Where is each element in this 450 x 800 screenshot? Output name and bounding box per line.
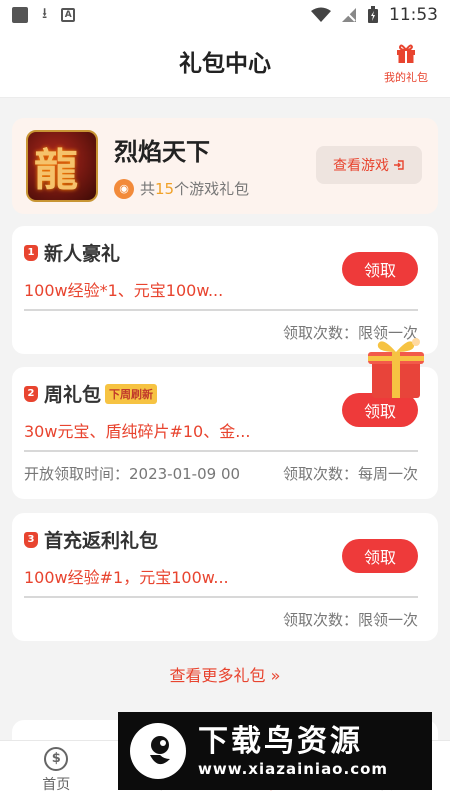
claim-limit: 领取次数：限领一次 [282,611,418,629]
watermark-title: 下载鸟资源 [198,724,363,759]
no-signal-icon [342,8,356,22]
divider [24,596,418,598]
refresh-badge: 下周刷新 [105,384,158,404]
game-logo[interactable]: 龍 [26,130,98,202]
rank-badge: 1 [24,245,38,261]
gift-title: 新人豪礼 [44,243,121,265]
game-name: 烈焰天下 [114,138,210,166]
game-logo-char: 龍 [34,145,78,196]
status-bar: ⭳ A 11:53 [0,0,450,30]
divider [24,309,418,311]
gift-description: 30w元宝、盾纯碎片#10、金... [24,422,251,441]
battery-icon [368,6,378,23]
status-time: 11:53 [389,5,438,25]
gift-description: 100w经验*1、元宝100w... [24,281,224,300]
floating-gift-box-icon[interactable] [364,334,428,400]
my-gifts-button[interactable]: 我的礼包 [378,42,434,85]
gift-description: 100w经验#1，元宝100w... [24,568,229,587]
app-a-icon: A [61,8,76,22]
nav-home[interactable]: $ 首页 [0,741,113,800]
count-suffix: 个游戏礼包 [174,180,250,198]
gift-card-first-recharge: 3 首充返利礼包 100w经验#1，元宝100w... 领取 领取次数：限领一次 [12,513,438,641]
game-card: 龍 烈焰天下 ◉ 共15个游戏礼包 查看游戏 [12,118,438,214]
bag-icon: ◉ [114,178,134,199]
bird-logo-icon [132,725,184,777]
view-game-button[interactable]: 查看游戏 [316,146,422,184]
count-number: 15 [155,180,175,198]
open-time: 开放领取时间：2023-01-09 00 [24,465,241,483]
divider [24,450,418,452]
count-prefix: 共 [140,180,156,198]
download-icon: ⭳ [42,3,48,22]
claim-button[interactable]: 领取 [342,252,418,286]
app-header: 礼包中心 我的礼包 [0,30,450,98]
claim-button[interactable]: 领取 [342,539,418,573]
gift-count: ◉ 共15个游戏礼包 [114,178,249,199]
home-icon: $ [44,747,69,771]
watermark: 下载鸟资源 www.xiazainiao.com [118,712,432,790]
enter-icon [394,160,404,170]
gift-title-text: 周礼包 [44,384,102,406]
gift-icon [397,44,415,63]
nav-home-label: 首页 [42,777,71,793]
notification-square-icon [12,7,28,23]
watermark-url: www.xiazainiao.com [198,760,389,778]
rank-badge: 2 [24,386,38,402]
wifi-icon [311,7,331,22]
more-gifts-link[interactable]: 查看更多礼包 » [0,662,450,686]
rank-badge: 3 [24,532,38,548]
view-game-label: 查看游戏 [333,158,389,174]
gift-title: 首充返利礼包 [44,530,159,552]
my-gifts-label: 我的礼包 [384,71,428,84]
watermark-logo [130,723,186,779]
gift-title: 周礼包 下周刷新 [44,380,158,407]
claim-limit: 领取次数：每周一次 [282,465,418,483]
